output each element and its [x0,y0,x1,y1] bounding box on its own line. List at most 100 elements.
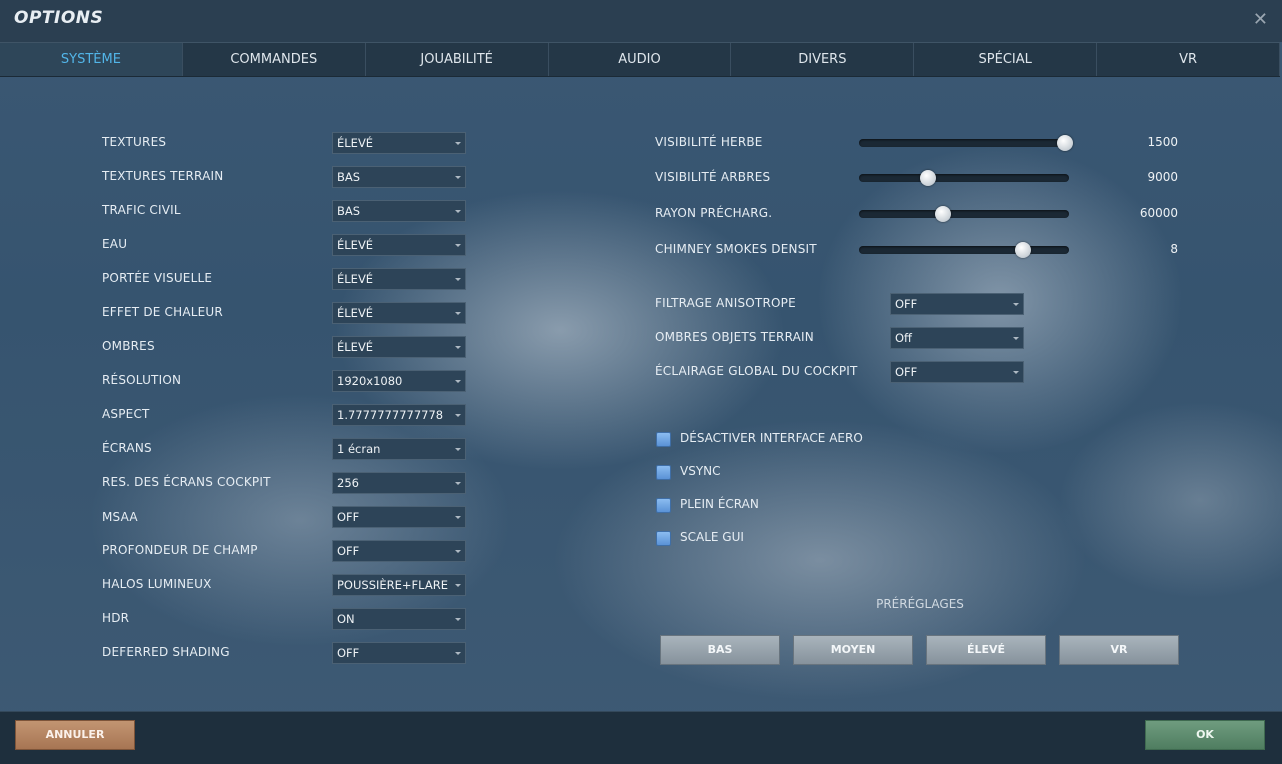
tab-divers[interactable]: DIVERS [731,43,915,76]
chevron-down-icon [455,414,461,417]
chevron-down-icon [455,618,461,621]
tab-systeme[interactable]: SYSTÈME [0,43,183,76]
slider-track [859,174,1069,182]
chevron-down-icon [455,244,461,247]
setting-label: ÉCLAIRAGE GLOBAL DU COCKPIT [655,364,858,378]
preset-moyen-button[interactable]: MOYEN [793,635,913,665]
setting-label: RES. DES ÉCRANS COCKPIT [102,475,271,489]
slider-knob[interactable] [1056,135,1073,151]
setting-label: TRAFIC CIVIL [102,203,181,217]
plein-ecran-checkbox[interactable] [656,498,671,513]
textures-terrain-select[interactable]: BAS [332,166,466,188]
tab-audio[interactable]: AUDIO [549,43,732,76]
setting-label: DEFERRED SHADING [102,645,230,659]
chevron-down-icon [455,176,461,179]
setting-label: ASPECT [102,407,150,421]
res-ecrans-cockpit-select[interactable]: 256 [332,472,466,494]
chevron-down-icon [455,210,461,213]
cancel-button[interactable]: ANNULER [15,720,135,750]
effet-chaleur-select[interactable]: ÉLEVÉ [332,302,466,324]
eclairage-global-cockpit-select[interactable]: OFF [890,361,1024,383]
ombres-select[interactable]: ÉLEVÉ [332,336,466,358]
chevron-down-icon [455,448,461,451]
select-value: 256 [337,476,359,490]
filtrage-anisotrope-select[interactable]: OFF [890,293,1024,315]
hdr-select[interactable]: ON [332,608,466,630]
setting-label: TEXTURES TERRAIN [102,169,224,183]
resolution-select[interactable]: 1920x1080 [332,370,466,392]
select-value: ÉLEVÉ [337,272,374,286]
select-value: OFF [895,297,918,311]
preset-bas-button[interactable]: BAS [660,635,780,665]
slider-knob[interactable] [1014,242,1031,258]
desactiver-interface-aero-checkbox[interactable] [656,432,671,447]
chevron-down-icon [455,142,461,145]
close-icon[interactable]: ✕ [1253,9,1268,30]
tab-special[interactable]: SPÉCIAL [914,43,1098,76]
chevron-down-icon [455,584,461,587]
slider-knob[interactable] [920,170,937,186]
slider-label: RAYON PRÉCHARG. [655,206,773,220]
slider-value: 60000 [1139,206,1178,220]
setting-label: HDR [102,611,130,625]
setting-label: EAU [102,237,128,251]
setting-label: MSAA [102,510,138,524]
select-value: 1 écran [337,442,381,456]
ecrans-select[interactable]: 1 écran [332,438,466,460]
setting-label: EFFET DE CHALEUR [102,305,223,319]
select-value: Off [895,331,912,345]
chevron-down-icon [455,652,461,655]
select-value: OFF [337,544,360,558]
select-value: ÉLEVÉ [337,238,374,252]
textures-select[interactable]: ÉLEVÉ [332,132,466,154]
select-value: ÉLEVÉ [337,306,374,320]
preset-eleve-button[interactable]: ÉLEVÉ [926,635,1046,665]
eau-select[interactable]: ÉLEVÉ [332,234,466,256]
tab-bar: SYSTÈME COMMANDES JOUABILITÉ AUDIO DIVER… [0,42,1281,77]
checkbox-label: DÉSACTIVER INTERFACE AERO [680,431,863,445]
halos-lumineux-select[interactable]: POUSSIÈRE+FLARE [332,574,466,596]
setting-label: ÉCRANS [102,441,152,455]
setting-label: HALOS LUMINEUX [102,577,212,591]
select-value: POUSSIÈRE+FLARE [337,578,448,592]
portee-visuelle-select[interactable]: ÉLEVÉ [332,268,466,290]
ok-button[interactable]: OK [1145,720,1265,750]
slider-value: 1500 [1147,135,1178,149]
chimney-smokes-slider[interactable] [859,242,1069,258]
ombres-objets-terrain-select[interactable]: Off [890,327,1024,349]
scale-gui-checkbox[interactable] [656,531,671,546]
profondeur-champ-select[interactable]: OFF [332,540,466,562]
select-value: ON [337,612,355,626]
checkbox-label: PLEIN ÉCRAN [680,497,759,511]
select-value: BAS [337,204,361,218]
tab-jouabilite[interactable]: JOUABILITÉ [366,43,549,76]
deferred-shading-select[interactable]: OFF [332,642,466,664]
visibilite-herbe-slider[interactable] [859,135,1073,151]
select-value: OFF [337,646,360,660]
checkbox-label: SCALE GUI [680,530,744,544]
aspect-select[interactable]: 1.7777777777778 [332,404,466,426]
select-value: 1.7777777777778 [337,408,444,422]
setting-label: OMBRES OBJETS TERRAIN [655,330,814,344]
visibilite-arbres-slider[interactable] [859,170,1069,186]
trafic-civil-select[interactable]: BAS [332,200,466,222]
preset-vr-button[interactable]: VR [1059,635,1179,665]
vsync-checkbox[interactable] [656,465,671,480]
select-value: OFF [337,510,360,524]
slider-knob[interactable] [935,206,951,222]
msaa-select[interactable]: OFF [332,506,466,528]
slider-value: 9000 [1147,170,1178,184]
setting-label: PORTÉE VISUELLE [102,271,213,285]
tab-commandes[interactable]: COMMANDES [183,43,366,76]
setting-label: PROFONDEUR DE CHAMP [102,543,258,557]
select-value: BAS [337,170,361,184]
tab-vr[interactable]: VR [1097,43,1281,76]
chevron-down-icon [455,482,461,485]
chevron-down-icon [455,278,461,281]
select-value: OFF [895,365,918,379]
slider-label: CHIMNEY SMOKES DENSIT [655,242,817,256]
chevron-down-icon [455,312,461,315]
rayon-precharg-slider[interactable] [859,206,1069,222]
options-window: OPTIONS ✕ SYSTÈME COMMANDES JOUABILITÉ A… [0,0,1282,764]
slider-value: 8 [1170,242,1178,256]
